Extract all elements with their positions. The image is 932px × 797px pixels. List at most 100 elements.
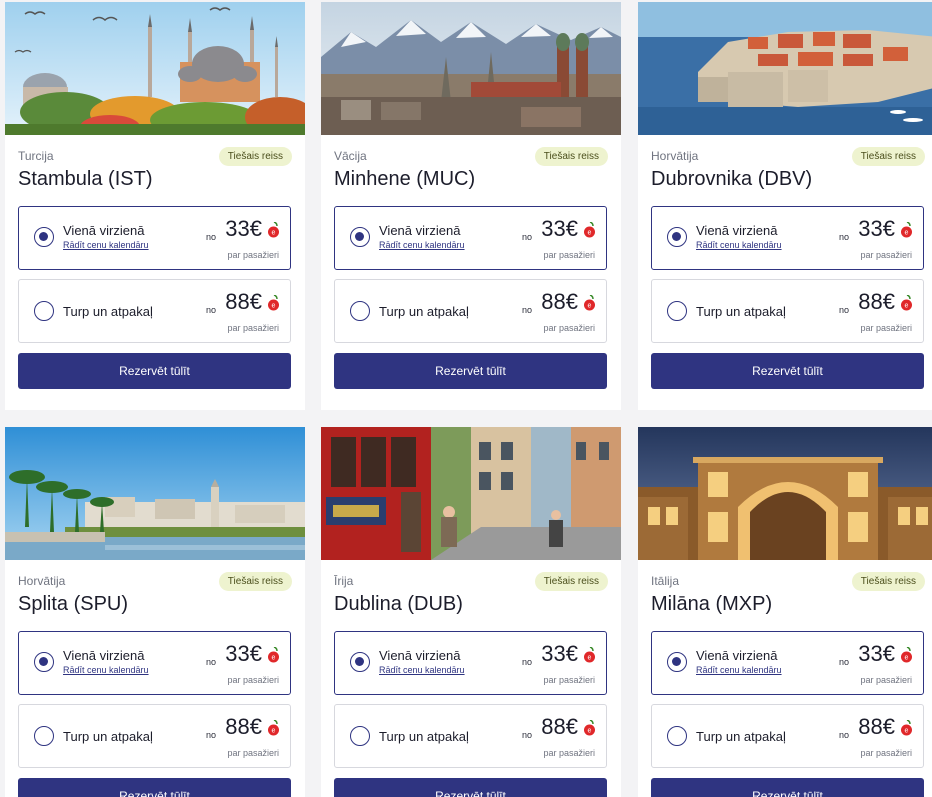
destination-country: Horvātija [18,574,66,588]
book-now-button[interactable]: Rezervēt tūlīt [334,353,607,389]
per-passenger-label: par pasažieri [543,675,595,685]
direct-flight-badge: Tiešais reiss [534,147,608,166]
price-calendar-link[interactable]: Rādīt cenu kalendāru [63,240,149,250]
oneway-label: Vienā virzienā [63,648,145,663]
oneway-label: Vienā virzienā [63,223,145,238]
radio-icon[interactable] [667,726,687,746]
destination-card: Horvātija Tiešais reiss Dubrovnika (DBV)… [638,2,932,410]
from-label: no [205,305,216,315]
per-passenger-label: par pasažieri [227,748,279,758]
return-price: 88€ [225,714,262,739]
book-now-button[interactable]: Rezervēt tūlīt [18,778,291,797]
cherry-price-icon: e [268,295,279,311]
book-now-button[interactable]: Rezervēt tūlīt [651,353,924,389]
destination-card: Turcija Tiešais reiss Stambula (IST) Vie… [5,2,305,410]
from-label: no [205,232,216,242]
book-now-button[interactable]: Rezervēt tūlīt [651,778,924,797]
per-passenger-label: par pasažieri [860,250,912,260]
cherry-price-icon: e [901,647,912,663]
radio-icon[interactable] [667,227,687,247]
oneway-option[interactable]: Vienā virzienā Rādīt cenu kalendāru no 3… [651,206,924,270]
return-price: 88€ [541,714,578,739]
oneway-option[interactable]: Vienā virzienā Rādīt cenu kalendāru no 3… [334,631,607,695]
book-now-button[interactable]: Rezervēt tūlīt [18,353,291,389]
oneway-price: 33€ [541,641,578,666]
cherry-price-icon: e [584,647,595,663]
oneway-option[interactable]: Vienā virzienā Rādīt cenu kalendāru no 3… [18,206,291,270]
return-label: Turp un atpakaļ [696,729,786,744]
from-label: no [205,730,216,740]
oneway-label: Vienā virzienā [379,648,461,663]
from-label: no [205,657,216,667]
destination-photo [5,2,305,135]
price-calendar-link[interactable]: Rādīt cenu kalendāru [379,665,465,675]
oneway-label: Vienā virzienā [696,223,778,238]
oneway-option[interactable]: Vienā virzienā Rādīt cenu kalendāru no 3… [334,206,607,270]
destination-city: Dubrovnika (DBV) [651,168,813,190]
destination-city: Stambula (IST) [18,168,153,190]
cherry-price-icon: e [584,295,595,311]
return-option[interactable]: Turp un atpakaļ no 88€ e par pasažieri [334,279,607,343]
price-calendar-link[interactable]: Rādīt cenu kalendāru [63,665,149,675]
oneway-label: Vienā virzienā [696,648,778,663]
direct-flight-badge: Tiešais reiss [218,572,292,591]
radio-icon[interactable] [34,301,54,321]
destination-card: Itālija Tiešais reiss Milāna (MXP) Vienā… [638,427,932,797]
destination-country: Turcija [18,149,54,163]
destination-country: Itālija [651,574,680,588]
cherry-price-icon: e [901,720,912,736]
destination-city: Minhene (MUC) [334,168,476,190]
radio-icon[interactable] [350,726,370,746]
destination-photo [638,427,932,560]
oneway-label: Vienā virzienā [379,223,461,238]
cherry-price-icon: e [901,222,912,238]
direct-flight-badge: Tiešais reiss [851,147,925,166]
return-price: 88€ [541,289,578,314]
price-calendar-link[interactable]: Rādīt cenu kalendāru [696,240,782,250]
radio-icon[interactable] [667,652,687,672]
svg-text:e: e [905,230,909,237]
cherry-price-icon: e [584,720,595,736]
radio-icon[interactable] [350,227,370,247]
price-calendar-link[interactable]: Rādīt cenu kalendāru [696,665,782,675]
radio-icon[interactable] [34,227,54,247]
oneway-option[interactable]: Vienā virzienā Rādīt cenu kalendāru no 3… [651,631,924,695]
direct-flight-badge: Tiešais reiss [218,147,292,166]
return-label: Turp un atpakaļ [696,304,786,319]
oneway-price: 33€ [225,641,262,666]
destination-country: Vācija [334,149,367,163]
oneway-price: 33€ [858,216,895,241]
return-option[interactable]: Turp un atpakaļ no 88€ e par pasažieri [18,704,291,768]
per-passenger-label: par pasažieri [543,250,595,260]
oneway-option[interactable]: Vienā virzienā Rādīt cenu kalendāru no 3… [18,631,291,695]
per-passenger-label: par pasažieri [227,323,279,333]
return-option[interactable]: Turp un atpakaļ no 88€ e par pasažieri [651,704,924,768]
from-label: no [521,657,532,667]
price-calendar-link[interactable]: Rādīt cenu kalendāru [379,240,465,250]
svg-text:e: e [905,728,909,735]
per-passenger-label: par pasažieri [860,675,912,685]
return-option[interactable]: Turp un atpakaļ no 88€ e par pasažieri [651,279,924,343]
radio-icon[interactable] [350,652,370,672]
destination-card: Horvātija Tiešais reiss Splita (SPU) Vie… [5,427,305,797]
radio-icon[interactable] [34,726,54,746]
oneway-price: 33€ [858,641,895,666]
from-label: no [838,730,849,740]
svg-text:e: e [588,230,592,237]
cherry-price-icon: e [268,720,279,736]
radio-icon[interactable] [34,652,54,672]
per-passenger-label: par pasažieri [543,748,595,758]
from-label: no [838,657,849,667]
per-passenger-label: par pasažieri [227,250,279,260]
return-option[interactable]: Turp un atpakaļ no 88€ e par pasažieri [334,704,607,768]
radio-icon[interactable] [350,301,370,321]
from-label: no [521,232,532,242]
destination-country: Horvātija [651,149,699,163]
oneway-price: 33€ [541,216,578,241]
direct-flight-badge: Tiešais reiss [534,572,608,591]
svg-text:e: e [272,303,276,310]
book-now-button[interactable]: Rezervēt tūlīt [334,778,607,797]
return-option[interactable]: Turp un atpakaļ no 88€ e par pasažieri [18,279,291,343]
radio-icon[interactable] [667,301,687,321]
destination-photo [638,2,932,135]
